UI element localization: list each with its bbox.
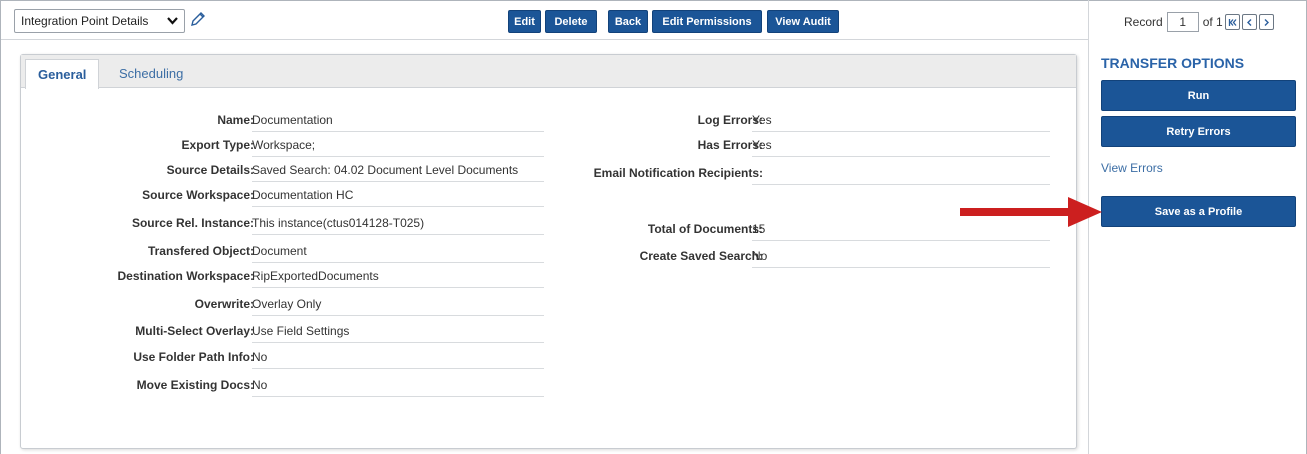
field-value: Workspace; (252, 138, 544, 157)
field-label: Overwrite: (194, 297, 254, 311)
field-value: RipExportedDocuments (252, 269, 544, 288)
view-errors-link[interactable]: View Errors (1101, 161, 1163, 175)
tab-general[interactable]: General (25, 59, 100, 89)
toolbar-divider (1, 39, 1088, 40)
red-arrow-icon (960, 197, 1102, 227)
field-value: Document (252, 244, 544, 263)
run-button[interactable]: Run (1101, 80, 1296, 111)
view-select-value: Integration Point Details (21, 14, 149, 28)
field-label: Move Existing Docs: (136, 378, 254, 392)
field-value: Saved Search: 04.02 Document Level Docum… (252, 163, 544, 182)
field-label: Transfered Object: (147, 244, 254, 258)
record-navigator: Record 1 of 1 (1124, 12, 1274, 32)
previous-record-icon[interactable] (1241, 14, 1257, 30)
field-value: Use Field Settings (252, 324, 544, 343)
field-label: Source Workspace: (142, 188, 254, 202)
field-label: Export Type: (181, 138, 254, 152)
details-panel: General Scheduling Name: Documentation E… (20, 54, 1077, 449)
field-value: This instance(ctus014128-T025) (252, 216, 544, 235)
field-value: Yes (752, 138, 1050, 157)
field-label: Name: (217, 113, 254, 127)
edit-button[interactable]: Edit (508, 10, 541, 33)
record-label: Record (1124, 15, 1163, 29)
field-value: Documentation (252, 113, 544, 132)
record-number-input[interactable]: 1 (1166, 12, 1199, 32)
pencil-edit-icon[interactable] (190, 11, 206, 27)
field-label: Source Rel. Instance: (131, 216, 254, 230)
view-select-dropdown[interactable]: Integration Point Details (14, 9, 185, 33)
field-label: Destination Workspace: (117, 269, 254, 283)
field-label: Email Notification Recipients: (593, 166, 763, 180)
field-value: Yes (752, 113, 1050, 132)
field-value (752, 166, 1050, 185)
record-total: of 1 (1202, 15, 1223, 29)
transfer-options-title: TRANSFER OPTIONS (1101, 55, 1245, 71)
transfer-options-panel: TRANSFER OPTIONS Run Retry Errors View E… (1088, 40, 1306, 454)
field-label: Multi-Select Overlay: (135, 324, 254, 338)
chevron-down-icon (167, 17, 178, 25)
field-value: No (252, 350, 544, 369)
first-record-icon[interactable] (1224, 14, 1240, 30)
view-audit-button[interactable]: View Audit (767, 10, 839, 33)
field-label: Total of Documents: (647, 222, 763, 236)
field-value: Documentation HC (252, 188, 544, 207)
save-as-profile-button[interactable]: Save as a Profile (1101, 196, 1296, 227)
edit-permissions-button[interactable]: Edit Permissions (652, 10, 762, 33)
next-record-icon[interactable] (1258, 14, 1274, 30)
field-label: Create Saved Search: (639, 249, 763, 263)
tab-bar: General Scheduling (21, 55, 1076, 89)
field-label: Use Folder Path Info: (133, 350, 254, 364)
field-value: No (252, 378, 544, 397)
right-panel-divider (1088, 0, 1089, 40)
field-label: Source Details: (166, 163, 254, 177)
back-button[interactable]: Back (608, 10, 648, 33)
field-value: Overlay Only (252, 297, 544, 316)
tab-scheduling[interactable]: Scheduling (107, 59, 195, 88)
delete-button[interactable]: Delete (545, 10, 597, 33)
field-value: No (752, 249, 1050, 268)
retry-errors-button[interactable]: Retry Errors (1101, 116, 1296, 147)
